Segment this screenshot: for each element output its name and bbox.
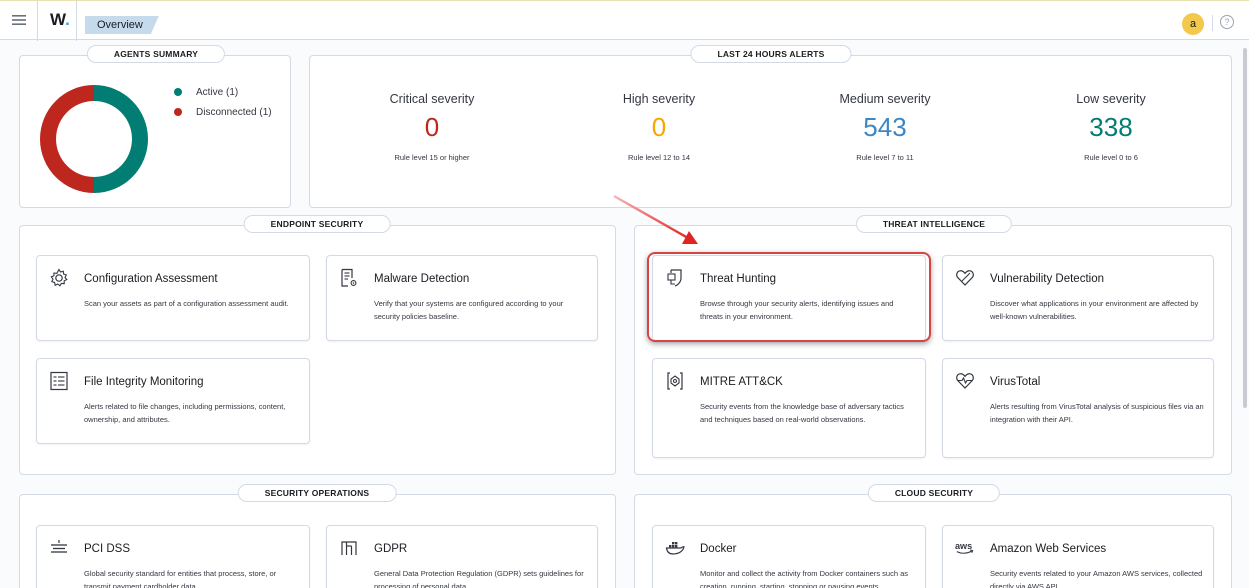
- breadcrumb-overview[interactable]: Overview: [85, 16, 159, 34]
- document-gear-icon: [341, 268, 357, 287]
- card-amazon-web-services[interactable]: aws Amazon Web Services Security events …: [942, 525, 1214, 588]
- gear-icon: [50, 268, 68, 287]
- help-circle-icon[interactable]: ?: [1220, 15, 1234, 29]
- hamburger-menu-icon[interactable]: [8, 11, 30, 33]
- stat-medium-value: 543: [863, 112, 907, 142]
- card-desc-gdpr: General Data Protection Regulation (GDPR…: [374, 569, 584, 588]
- stat-critical-label: Critical severity: [389, 92, 475, 106]
- page-scrollbar[interactable]: [1243, 48, 1247, 408]
- card-file-integrity-monitoring[interactable]: File Integrity Monitoring Alerts related…: [36, 358, 310, 444]
- security-operations-title: SECURITY OPERATIONS: [237, 484, 397, 502]
- card-desc-file-integrity-monitoring: Alerts related to file changes, includin…: [84, 402, 286, 424]
- card-virustotal[interactable]: VirusTotal Alerts resulting from VirusTo…: [942, 358, 1214, 458]
- bracket-target-icon: [667, 372, 683, 390]
- topbar-divider: [1212, 15, 1213, 31]
- stat-high-sub: Rule level 12 to 14: [627, 153, 691, 162]
- legend-label-disconnected: Disconnected (1): [196, 106, 272, 118]
- legend-dot-active: [174, 88, 182, 96]
- agents-legend: Active (1) Disconnected (1): [174, 82, 272, 122]
- docker-whale-icon: [665, 542, 685, 555]
- stat-critical-sub: Rule level 15 or higher: [394, 153, 470, 162]
- card-vulnerability-detection[interactable]: Vulnerability Detection Discover what ap…: [942, 255, 1214, 341]
- card-title-malware-detection: Malware Detection: [374, 273, 470, 285]
- heart-outline-icon: [956, 270, 974, 286]
- stat-medium-sub: Rule level 7 to 11: [856, 153, 914, 162]
- stat-medium[interactable]: Medium severity 543 Rule level 7 to 11: [795, 92, 975, 162]
- stat-critical-value: 0: [424, 112, 440, 142]
- stat-low-value: 338: [1089, 112, 1133, 142]
- card-desc-configuration-assessment: Scan your assets as part of a configurat…: [84, 299, 289, 308]
- stat-high-label: High severity: [622, 92, 696, 106]
- alerts-panel-title: LAST 24 HOURS ALERTS: [690, 45, 852, 63]
- card-desc-virustotal: Alerts resulting from VirusTotal analysi…: [990, 402, 1204, 424]
- stat-low-label: Low severity: [1076, 92, 1146, 106]
- top-navigation-bar: W. Overview a ?: [0, 0, 1249, 41]
- card-desc-docker: Monitor and collect the activity from Do…: [700, 569, 909, 588]
- stat-high[interactable]: High severity 0 Rule level 12 to 14: [569, 92, 749, 162]
- card-title-docker: Docker: [700, 543, 737, 555]
- svg-text:aws: aws: [955, 541, 972, 551]
- annotation-arrow: [613, 194, 698, 244]
- agents-summary-title: AGENTS SUMMARY: [86, 45, 226, 63]
- card-desc-mitre-attack: Security events from the knowledge base …: [700, 402, 904, 424]
- wazuh-logo[interactable]: W.: [50, 10, 70, 30]
- donut-segment-disconnected: [40, 85, 94, 193]
- stat-critical[interactable]: Critical severity 0 Rule level 15 or hig…: [342, 92, 522, 162]
- building-columns-icon: [341, 541, 357, 555]
- card-title-virustotal: VirusTotal: [990, 376, 1041, 388]
- heartbeat-icon: [956, 373, 974, 389]
- card-mitre-attack[interactable]: MITRE ATT&CK Security events from the kn…: [652, 358, 926, 458]
- stat-medium-label: Medium severity: [839, 92, 931, 106]
- cloud-security-title: CLOUD SECURITY: [867, 484, 1001, 502]
- card-gdpr[interactable]: GDPR General Data Protection Regulation …: [326, 525, 598, 588]
- agents-donut-chart: [40, 85, 148, 193]
- card-title-mitre-attack: MITRE ATT&CK: [700, 376, 783, 388]
- stat-low[interactable]: Low severity 338 Rule level 0 to 6: [1021, 92, 1201, 162]
- card-title-vulnerability-detection: Vulnerability Detection: [990, 273, 1104, 285]
- card-docker[interactable]: Docker Monitor and collect the activity …: [652, 525, 926, 588]
- stat-low-sub: Rule level 0 to 6: [1084, 153, 1138, 162]
- legend-item-disconnected[interactable]: Disconnected (1): [174, 102, 272, 122]
- card-desc-malware-detection: Verify that your systems are configured …: [374, 299, 564, 321]
- card-desc-amazon-web-services: Security events related to your Amazon A…: [990, 569, 1203, 588]
- card-title-pci-dss: PCI DSS: [84, 543, 131, 555]
- card-malware-detection[interactable]: Malware Detection Verify that your syste…: [326, 255, 598, 341]
- legend-item-active[interactable]: Active (1): [174, 82, 272, 102]
- card-title-amazon-web-services: Amazon Web Services: [990, 543, 1107, 555]
- legend-dot-disconnected: [174, 108, 182, 116]
- card-lines-icon: [51, 540, 67, 553]
- threat-hunting-highlight: [647, 252, 931, 342]
- card-desc-pci-dss: Global security standard for entities th…: [84, 569, 277, 588]
- list-document-icon: [50, 371, 68, 391]
- user-avatar[interactable]: a: [1182, 13, 1204, 35]
- card-pci-dss[interactable]: PCI DSS Global security standard for ent…: [36, 525, 310, 588]
- aws-logo-icon: aws: [955, 541, 974, 554]
- endpoint-security-title: ENDPOINT SECURITY: [243, 215, 391, 233]
- card-title-configuration-assessment: Configuration Assessment: [84, 273, 218, 285]
- stat-high-value: 0: [651, 112, 667, 142]
- donut-segment-active: [94, 85, 148, 193]
- threat-intelligence-title: THREAT INTELLIGENCE: [855, 215, 1013, 233]
- card-desc-vulnerability-detection: Discover what applications in your envir…: [990, 299, 1199, 321]
- card-configuration-assessment[interactable]: Configuration Assessment Scan your asset…: [36, 255, 310, 341]
- card-title-gdpr: GDPR: [374, 543, 408, 555]
- card-title-file-integrity-monitoring: File Integrity Monitoring: [84, 376, 204, 388]
- agents-summary-panel: AGENTS SUMMARY Active (1) Disconnected (…: [19, 45, 291, 208]
- legend-label-active: Active (1): [196, 86, 239, 98]
- alerts-panel: LAST 24 HOURS ALERTS Critical severity 0…: [309, 45, 1232, 208]
